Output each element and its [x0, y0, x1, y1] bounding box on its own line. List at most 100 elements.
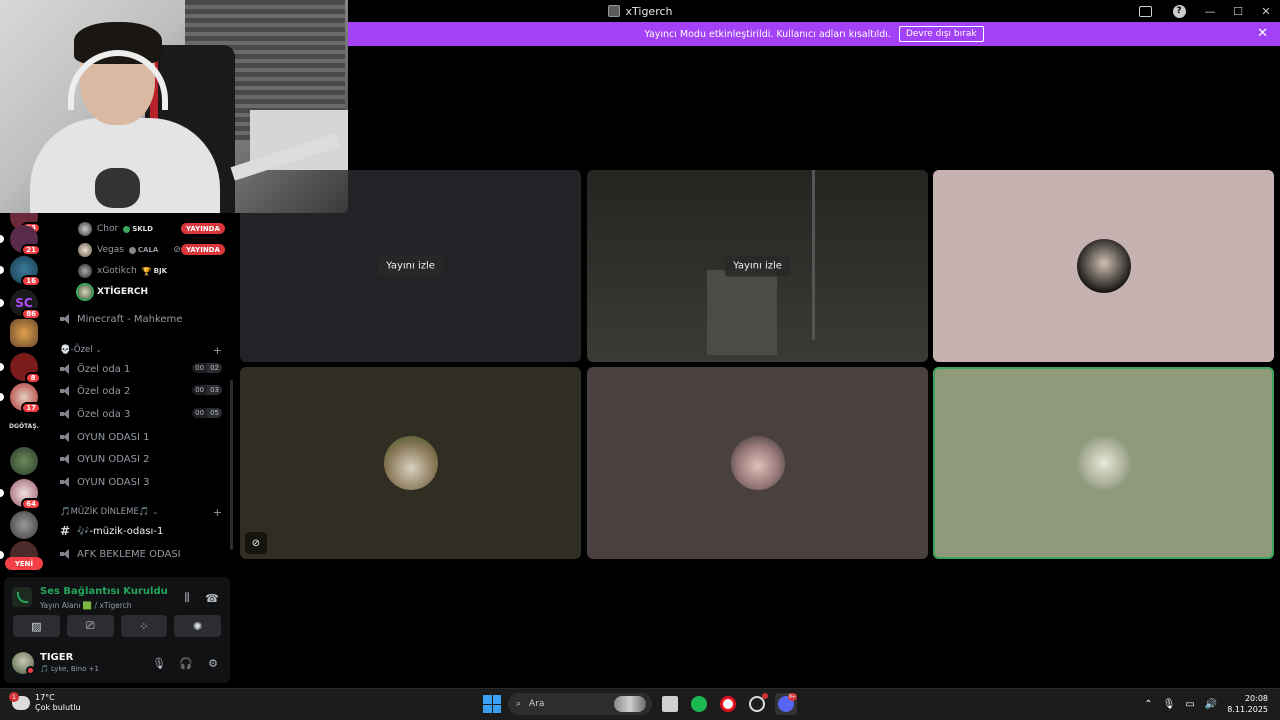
- screen-share-icon: ⎚: [85, 619, 95, 632]
- user-count: 00: [192, 363, 208, 373]
- voice-user-chor[interactable]: Chor SKLD: [78, 220, 153, 238]
- discord-window: xTigerch ? — ☐ ✕ Yayıncı Modu etkinleşti…: [0, 0, 1280, 688]
- server-icon-10[interactable]: [10, 511, 38, 539]
- category-ozel[interactable]: 💀-Özel ⌄ +: [60, 343, 226, 357]
- speaker-icon: [60, 432, 71, 442]
- add-channel-icon[interactable]: +: [213, 506, 222, 519]
- server-icon-5[interactable]: [10, 319, 38, 347]
- opera-app[interactable]: [717, 693, 739, 715]
- user-limit-counter: 00 02: [192, 363, 222, 373]
- speaker-icon: [60, 549, 71, 559]
- server-icon-8[interactable]: [10, 447, 38, 475]
- server-icon-6[interactable]: 8: [0, 353, 41, 384]
- server-avatar: [10, 447, 38, 475]
- server-icon-9[interactable]: 64: [0, 479, 41, 510]
- stream-tile-2[interactable]: Yayını izle: [587, 170, 928, 362]
- voice-channel-oyun-1[interactable]: OYUN ODASI 1: [60, 427, 226, 447]
- file-explorer-app[interactable]: [659, 693, 681, 715]
- spotify-app[interactable]: [688, 693, 710, 715]
- display-icon[interactable]: ▭: [1185, 699, 1194, 710]
- channel-label: Özel oda 3: [77, 408, 131, 420]
- weather-widget[interactable]: 1 17°C Çok bulutlu: [9, 692, 81, 713]
- microphone-icon[interactable]: 🎙: [1163, 699, 1176, 710]
- soundboard-button[interactable]: ✺: [174, 615, 221, 637]
- clock[interactable]: 20:08 8.11.2025: [1227, 693, 1268, 715]
- channel-label: 🎶-müzik-odası-1: [77, 525, 164, 537]
- watch-stream-button[interactable]: Yayını izle: [724, 255, 791, 277]
- steelseries-app[interactable]: [746, 693, 768, 715]
- activities-button[interactable]: ⁘: [120, 615, 168, 637]
- live-badge: YAYINDA: [181, 244, 225, 255]
- user-tile-3[interactable]: [933, 170, 1274, 362]
- screen-share-button[interactable]: ⎚: [66, 615, 114, 637]
- chevron-up-icon[interactable]: ⌃: [1144, 699, 1152, 710]
- unread-badge: 21: [21, 244, 41, 256]
- server-icon-3[interactable]: 16: [0, 256, 41, 287]
- hash-icon: #: [60, 524, 71, 538]
- voice-channel-ozel-1[interactable]: Özel oda 1 00 02: [60, 359, 226, 379]
- minimize-button[interactable]: —: [1196, 0, 1224, 22]
- voice-channel-afk[interactable]: AFK BEKLEME ODASI: [60, 544, 226, 564]
- voice-channel-ozel-3[interactable]: Özel oda 3 00 05: [60, 404, 226, 424]
- taskbar-search[interactable]: ⌕ Ara: [508, 693, 652, 715]
- sidebar-scrollbar[interactable]: [230, 380, 233, 550]
- signal-icon[interactable]: [12, 587, 32, 607]
- rtc-status-title[interactable]: Ses Bağlantısı Kuruldu: [40, 586, 168, 597]
- unread-pill: [0, 551, 4, 559]
- voice-user-xgotikch[interactable]: xGotikch 🏆 BJK: [78, 262, 167, 280]
- category-muzik[interactable]: 🎵MÜZİK DİNLEME🎵 ⌄ +: [60, 505, 226, 519]
- watch-stream-button[interactable]: Yayını izle: [377, 255, 444, 277]
- text-channel-muzik-odasi[interactable]: # 🎶-müzik-odası-1: [60, 521, 226, 541]
- windows-start-icon[interactable]: [483, 695, 501, 713]
- camera-off-button[interactable]: ▨: [13, 615, 60, 637]
- server-avatar: [10, 319, 38, 347]
- voice-channel-oyun-2[interactable]: OYUN ODASI 2: [60, 449, 226, 469]
- user-tile-4[interactable]: ⊘: [240, 367, 581, 559]
- speaker-icon: [60, 454, 71, 464]
- voice-user-name: XTİGERCH: [97, 287, 149, 297]
- rtc-channel-link[interactable]: Yayın Alanı 🟩 / xTigerch: [40, 601, 132, 610]
- voice-channel-ozel-2[interactable]: Özel oda 2 00 03: [60, 381, 226, 401]
- volume-icon[interactable]: 🔊: [1205, 699, 1217, 710]
- server-text-icon[interactable]: DGÖTAŞ.: [4, 423, 44, 430]
- noise-suppression-icon[interactable]: ⫼: [180, 591, 194, 605]
- user-tile-5[interactable]: [587, 367, 928, 559]
- discord-badge: 9+: [787, 693, 797, 701]
- trophy-icon: 🏆: [141, 266, 152, 276]
- voice-channel-oyun-3[interactable]: OYUN ODASI 3: [60, 472, 226, 492]
- search-placeholder: Ara: [529, 699, 545, 709]
- discord-app[interactable]: 9+: [775, 693, 797, 715]
- webcam-shirt-print: [95, 168, 140, 208]
- server-tag-label: BJK: [153, 267, 168, 275]
- camera-off-icon: ▨: [31, 619, 42, 633]
- avatar: [383, 436, 438, 490]
- disable-streamer-mode-button[interactable]: Devre dışı bırak: [898, 26, 984, 42]
- voice-user-vegas[interactable]: Vegas CALA ⊘: [78, 241, 181, 259]
- server-icon-2[interactable]: 21: [0, 225, 41, 256]
- inbox-button[interactable]: [1128, 0, 1162, 22]
- microphone-icon[interactable]: 🎙: [152, 656, 166, 670]
- tag-icon: [128, 246, 136, 254]
- maximize-button[interactable]: ☐: [1224, 0, 1252, 22]
- settings-gear-icon[interactable]: ⚙: [206, 656, 220, 670]
- weather-temp: 17°C: [35, 693, 55, 702]
- unread-badge: 16: [21, 275, 41, 287]
- voice-user-self[interactable]: XTİGERCH: [78, 283, 148, 301]
- new-unreads-pill[interactable]: YENİ: [5, 557, 43, 570]
- add-channel-icon[interactable]: +: [213, 344, 222, 357]
- clock-date: 8.11.2025: [1227, 705, 1268, 714]
- user-tile-self-speaking[interactable]: [933, 367, 1274, 559]
- voice-channel-minecraft[interactable]: Minecraft - Mahkeme: [60, 309, 226, 329]
- banner-close-icon[interactable]: ✕: [1257, 27, 1268, 40]
- username[interactable]: TIGER: [40, 652, 73, 663]
- close-window-button[interactable]: ✕: [1252, 0, 1280, 22]
- unread-badge: 8: [25, 372, 41, 384]
- help-button[interactable]: ?: [1162, 0, 1196, 22]
- headphones-icon[interactable]: 🎧: [179, 656, 193, 670]
- webcam-overlay: [0, 0, 348, 213]
- spotify-icon: [691, 696, 707, 712]
- unread-badge: 17: [21, 402, 41, 414]
- server-icon-4[interactable]: SC 86: [0, 289, 41, 320]
- disconnect-icon[interactable]: ☎: [205, 591, 219, 605]
- server-icon-7[interactable]: 17: [0, 383, 41, 414]
